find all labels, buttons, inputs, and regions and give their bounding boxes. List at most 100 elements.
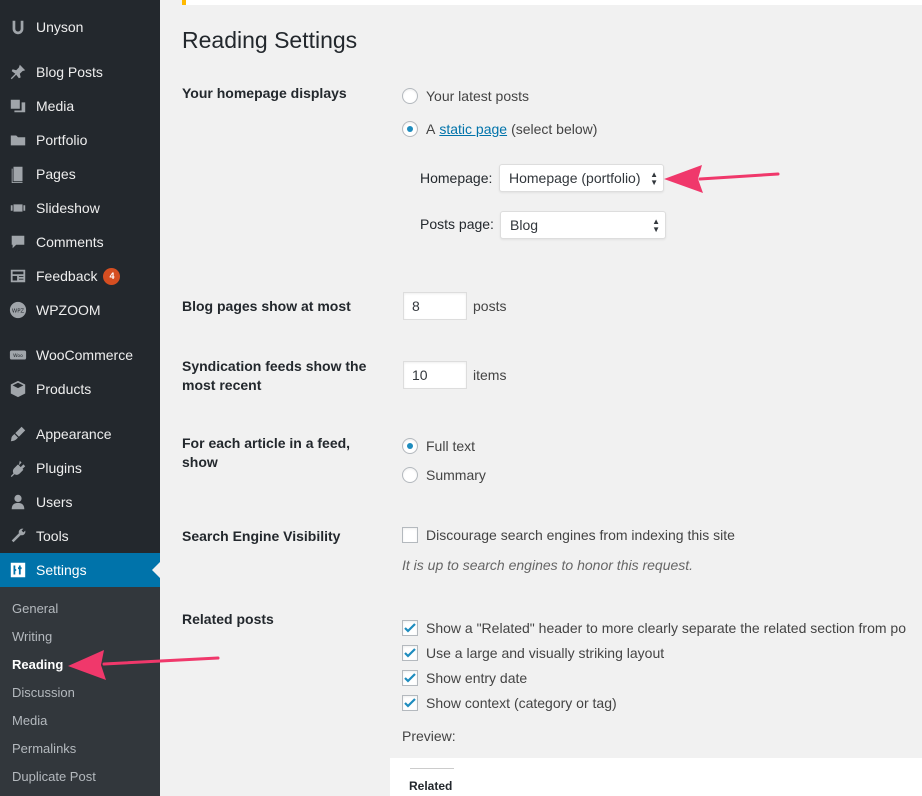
menu-item-woocommerce[interactable]: Woo WooCommerce bbox=[0, 338, 160, 372]
discourage-search-checkbox[interactable] bbox=[402, 527, 418, 543]
submenu-item-duplicate-post[interactable]: Duplicate Post bbox=[12, 769, 96, 784]
menu-item-unyson[interactable]: Unyson bbox=[0, 10, 160, 44]
menu-item-pages[interactable]: Pages bbox=[0, 157, 160, 191]
checkmark-icon bbox=[404, 698, 416, 708]
related-preview-box: Related bbox=[390, 758, 922, 796]
related-header-checkbox[interactable] bbox=[402, 620, 418, 636]
submenu-item-media[interactable]: Media bbox=[12, 713, 47, 728]
menu-item-users[interactable]: Users bbox=[0, 485, 160, 519]
user-icon bbox=[8, 492, 28, 512]
homepage-select[interactable]: Homepage (portfolio) ▲ ▼ bbox=[499, 164, 664, 192]
menu-label: Slideshow bbox=[36, 200, 100, 216]
svg-text:Woo: Woo bbox=[13, 353, 23, 359]
menu-item-wpzoom[interactable]: WPZ WPZOOM bbox=[0, 293, 160, 327]
menu-item-feedback[interactable]: Feedback 4 bbox=[0, 259, 160, 293]
menu-item-products[interactable]: Products bbox=[0, 372, 160, 406]
menu-item-tools[interactable]: Tools bbox=[0, 519, 160, 553]
menu-label: Blog Posts bbox=[36, 64, 103, 80]
entry-date-option[interactable]: Show entry date bbox=[402, 670, 527, 686]
show-context-option[interactable]: Show context (category or tag) bbox=[402, 695, 617, 711]
menu-item-portfolio[interactable]: Portfolio bbox=[0, 123, 160, 157]
summary-radio[interactable] bbox=[402, 467, 418, 483]
blog-pages-input[interactable]: 8 bbox=[403, 292, 467, 320]
products-icon bbox=[8, 379, 28, 399]
wpzoom-icon: WPZ bbox=[8, 300, 28, 320]
latest-posts-option[interactable]: Your latest posts bbox=[402, 88, 529, 104]
menu-label: Products bbox=[36, 381, 92, 397]
submenu-item-writing[interactable]: Writing bbox=[12, 629, 52, 644]
static-page-radio[interactable] bbox=[402, 121, 418, 137]
unyson-icon bbox=[8, 17, 28, 37]
homepage-displays-label: Your homepage displays bbox=[182, 85, 347, 101]
related-header-label: Show a "Related" header to more clearly … bbox=[426, 620, 906, 636]
menu-item-appearance[interactable]: Appearance bbox=[0, 417, 160, 451]
menu-label: Tools bbox=[36, 528, 69, 544]
preview-label: Preview: bbox=[402, 728, 456, 744]
menu-label: Appearance bbox=[36, 426, 112, 442]
menu-label: Comments bbox=[36, 234, 104, 250]
summary-label: Summary bbox=[426, 467, 486, 483]
latest-posts-radio[interactable] bbox=[402, 88, 418, 104]
preview-related-heading: Related bbox=[409, 779, 453, 793]
submenu-item-permalinks[interactable]: Permalinks bbox=[12, 741, 76, 756]
static-suffix-label: (select below) bbox=[511, 121, 598, 137]
syndication-label: Syndication feeds show the most recent bbox=[182, 358, 367, 393]
slideshow-icon bbox=[8, 198, 28, 218]
admin-sidebar: Unyson Blog Posts Media Portfolio Pages … bbox=[0, 0, 160, 796]
menu-label: Unyson bbox=[36, 19, 84, 35]
related-header-option[interactable]: Show a "Related" header to more clearly … bbox=[402, 620, 906, 636]
comments-icon bbox=[8, 232, 28, 252]
feedback-icon bbox=[8, 266, 28, 286]
submenu-item-reading[interactable]: Reading bbox=[12, 657, 63, 672]
checkmark-icon bbox=[404, 673, 416, 683]
svg-text:WPZ: WPZ bbox=[12, 309, 25, 315]
syndication-input[interactable]: 10 bbox=[403, 361, 467, 389]
settings-icon bbox=[8, 560, 28, 580]
related-posts-label: Related posts bbox=[182, 611, 274, 627]
discourage-search-label: Discourage search engines from indexing … bbox=[426, 527, 735, 543]
menu-item-comments[interactable]: Comments bbox=[0, 225, 160, 259]
checkmark-icon bbox=[404, 648, 416, 658]
menu-label: Plugins bbox=[36, 460, 82, 476]
menu-label: WPZOOM bbox=[36, 302, 101, 318]
menu-item-settings[interactable]: Settings bbox=[0, 553, 160, 587]
submenu-item-general[interactable]: General bbox=[12, 601, 58, 616]
menu-item-plugins[interactable]: Plugins bbox=[0, 451, 160, 485]
pin-icon bbox=[8, 62, 28, 82]
menu-label: Pages bbox=[36, 166, 76, 182]
static-prefix-label: A bbox=[426, 121, 436, 137]
menu-item-blog-posts[interactable]: Blog Posts bbox=[0, 55, 160, 89]
entry-date-label: Show entry date bbox=[426, 670, 528, 686]
main-content: Reading Settings Your homepage displays … bbox=[160, 0, 922, 796]
summary-option[interactable]: Summary bbox=[402, 467, 486, 483]
blog-pages-label: Blog pages show at most bbox=[182, 298, 351, 314]
menu-label: Settings bbox=[36, 562, 87, 578]
blog-pages-unit: posts bbox=[473, 298, 507, 314]
woocommerce-icon: Woo bbox=[8, 345, 28, 365]
menu-item-slideshow[interactable]: Slideshow bbox=[0, 191, 160, 225]
menu-item-media[interactable]: Media bbox=[0, 89, 160, 123]
latest-posts-label: Your latest posts bbox=[426, 88, 529, 104]
brush-icon bbox=[8, 424, 28, 444]
full-text-radio[interactable] bbox=[402, 438, 418, 454]
large-layout-checkbox[interactable] bbox=[402, 645, 418, 661]
full-text-option[interactable]: Full text bbox=[402, 438, 475, 454]
large-layout-label: Use a large and visually striking layout bbox=[426, 645, 665, 661]
syndication-unit: items bbox=[473, 367, 507, 383]
menu-label: Portfolio bbox=[36, 132, 88, 148]
show-context-checkbox[interactable] bbox=[402, 695, 418, 711]
posts-page-select-label: Posts page: bbox=[420, 216, 494, 232]
discourage-search-option[interactable]: Discourage search engines from indexing … bbox=[402, 527, 735, 543]
submenu-item-discussion[interactable]: Discussion bbox=[12, 685, 75, 700]
select-arrows-icon: ▲ ▼ bbox=[650, 170, 658, 187]
entry-date-checkbox[interactable] bbox=[402, 670, 418, 686]
static-page-link[interactable]: static page bbox=[439, 121, 507, 137]
large-layout-option[interactable]: Use a large and visually striking layout bbox=[402, 645, 664, 661]
select-arrows-icon: ▲ ▼ bbox=[652, 217, 660, 234]
static-page-option[interactable]: A static page (select below) bbox=[402, 121, 597, 137]
menu-label: WooCommerce bbox=[36, 347, 133, 363]
homepage-select-value: Homepage (portfolio) bbox=[509, 170, 641, 186]
preview-divider bbox=[410, 768, 454, 769]
posts-page-select[interactable]: Blog ▲ ▼ bbox=[500, 211, 666, 239]
folder-icon bbox=[8, 130, 28, 150]
